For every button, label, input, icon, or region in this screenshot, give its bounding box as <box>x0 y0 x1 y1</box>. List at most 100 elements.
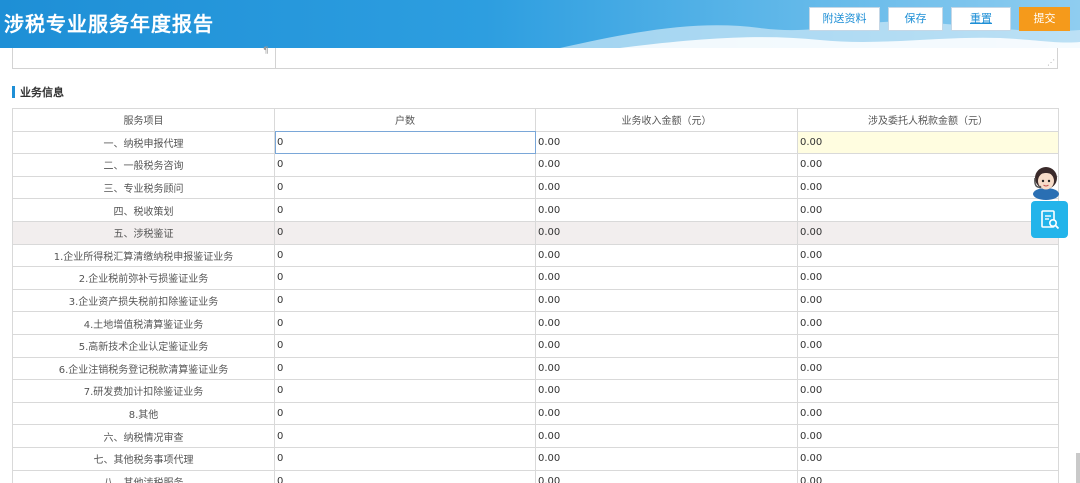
tax-amount-input-cell[interactable]: 0.00 <box>797 175 1059 200</box>
income-amount-input-cell[interactable]: 0.00 <box>535 379 798 403</box>
tax-amount-input[interactable]: 0.00 <box>800 408 822 419</box>
income-amount-input[interactable]: 0.00 <box>538 272 560 283</box>
reset-button[interactable]: 重置 <box>951 7 1011 31</box>
count-input-cell[interactable]: 0 <box>274 356 536 381</box>
count-input[interactable]: 0 <box>277 137 283 148</box>
count-input-cell[interactable]: 0 <box>274 130 536 155</box>
count-input[interactable]: 0 <box>277 431 283 442</box>
count-input-cell[interactable]: 0 <box>274 333 536 358</box>
income-amount-input[interactable]: 0.00 <box>538 476 560 483</box>
tax-amount-input-cell[interactable]: 0.00 <box>797 469 1059 483</box>
attach-documents-button[interactable]: 附送资料 <box>809 7 880 31</box>
count-input-cell[interactable]: 0 <box>274 469 536 483</box>
tax-amount-input[interactable]: 0.00 <box>800 250 822 261</box>
income-amount-input-cell[interactable]: 0.00 <box>535 153 798 177</box>
count-input[interactable]: 0 <box>277 476 283 483</box>
tax-amount-input[interactable]: 0.00 <box>800 318 822 329</box>
tax-amount-input-cell[interactable]: 0.00 <box>797 243 1059 268</box>
income-amount-input[interactable]: 0.00 <box>538 205 560 216</box>
count-input-cell[interactable]: 0 <box>274 288 536 313</box>
income-amount-input-cell[interactable]: 0.00 <box>535 356 798 381</box>
income-amount-input-cell[interactable]: 0.00 <box>535 175 798 200</box>
tax-amount-input-cell[interactable]: 0.00 <box>797 356 1059 381</box>
count-input[interactable]: 0 <box>277 205 283 216</box>
save-button[interactable]: 保存 <box>888 7 943 31</box>
tax-amount-input-cell[interactable]: 0.00 <box>797 198 1059 222</box>
tax-amount-input-cell[interactable]: 0.00 <box>797 266 1059 290</box>
submit-button[interactable]: 提交 <box>1019 7 1070 31</box>
income-amount-input-cell[interactable]: 0.00 <box>535 311 798 335</box>
income-amount-input-cell[interactable]: 0.00 <box>535 243 798 268</box>
tax-amount-input-cell[interactable]: 0.00 <box>797 333 1059 358</box>
count-input[interactable]: 0 <box>277 272 283 283</box>
count-input-cell[interactable]: 0 <box>274 175 536 200</box>
count-input[interactable]: 0 <box>277 182 283 193</box>
count-input-cell[interactable]: 0 <box>274 401 536 426</box>
income-amount-input[interactable]: 0.00 <box>538 318 560 329</box>
tax-amount-input[interactable]: 0.00 <box>800 431 822 442</box>
count-input-cell[interactable]: 0 <box>274 424 536 448</box>
count-input-cell[interactable]: 0 <box>274 153 536 177</box>
income-amount-input[interactable]: 0.00 <box>538 363 560 374</box>
customer-service-avatar-icon[interactable] <box>1026 160 1066 200</box>
side-edge-tab[interactable] <box>1076 453 1080 483</box>
tax-amount-input[interactable]: 0.00 <box>800 182 822 193</box>
tax-amount-input[interactable]: 0.00 <box>800 363 822 374</box>
count-input-cell[interactable]: 0 <box>274 198 536 222</box>
income-amount-input-cell[interactable]: 0.00 <box>535 198 798 222</box>
count-input-cell[interactable]: 0 <box>274 266 536 290</box>
income-amount-input[interactable]: 0.00 <box>538 137 560 148</box>
tax-amount-input[interactable]: 0.00 <box>800 453 822 464</box>
count-input-cell[interactable]: 0 <box>274 446 536 471</box>
tax-amount-input-cell[interactable]: 0.00 <box>797 424 1059 448</box>
table-row: 1.企业所得税汇算清缴纳税申报鉴证业务 0 0.00 0.00 <box>12 243 1059 268</box>
service-item-label: 二、一般税务咨询 <box>12 153 275 177</box>
income-amount-input-cell[interactable]: 0.00 <box>535 401 798 426</box>
income-amount-input[interactable]: 0.00 <box>538 385 560 396</box>
income-amount-input[interactable]: 0.00 <box>538 340 560 351</box>
income-amount-input-cell[interactable]: 0.00 <box>535 288 798 313</box>
tax-amount-input-cell[interactable]: 0.00 <box>797 153 1059 177</box>
tax-amount-input[interactable]: 0.00 <box>800 476 822 483</box>
income-amount-input-cell[interactable]: 0.00 <box>535 130 798 155</box>
tax-amount-input[interactable]: 0.00 <box>800 385 822 396</box>
income-amount-input[interactable]: 0.00 <box>538 408 560 419</box>
income-amount-input[interactable]: 0.00 <box>538 182 560 193</box>
count-input[interactable]: 0 <box>277 295 283 306</box>
tax-amount-input-cell[interactable]: 0.00 <box>797 401 1059 426</box>
tax-amount-input[interactable]: 0.00 <box>800 205 822 216</box>
tax-amount-input-cell[interactable]: 0.00 <box>797 130 1059 155</box>
income-amount-input[interactable]: 0.00 <box>538 250 560 261</box>
income-amount-input[interactable]: 0.00 <box>538 431 560 442</box>
document-search-icon[interactable] <box>1031 201 1068 238</box>
income-amount-input-cell[interactable]: 0.00 <box>535 424 798 448</box>
tax-amount-input-cell[interactable]: 0.00 <box>797 446 1059 471</box>
count-input[interactable]: 0 <box>277 385 283 396</box>
count-input-cell[interactable]: 0 <box>274 311 536 335</box>
count-input[interactable]: 0 <box>277 340 283 351</box>
income-amount-input-cell[interactable]: 0.00 <box>535 333 798 358</box>
count-input[interactable]: 0 <box>277 159 283 170</box>
count-input[interactable]: 0 <box>277 250 283 261</box>
tax-amount-input[interactable]: 0.00 <box>800 272 822 283</box>
income-amount-input-cell[interactable]: 0.00 <box>535 266 798 290</box>
tax-amount-input-cell[interactable]: 0.00 <box>797 288 1059 313</box>
count-input[interactable]: 0 <box>277 318 283 329</box>
income-amount-input[interactable]: 0.00 <box>538 453 560 464</box>
tax-amount-input[interactable]: 0.00 <box>800 137 822 148</box>
income-amount-input[interactable]: 0.00 <box>538 295 560 306</box>
tax-amount-input[interactable]: 0.00 <box>800 159 822 170</box>
count-input[interactable]: 0 <box>277 453 283 464</box>
tax-amount-input[interactable]: 0.00 <box>800 340 822 351</box>
tax-amount-input-cell[interactable]: 0.00 <box>797 311 1059 335</box>
count-input-cell[interactable]: 0 <box>274 243 536 268</box>
income-amount-input-cell[interactable]: 0.00 <box>535 446 798 471</box>
tax-amount-input[interactable]: 0.00 <box>800 295 822 306</box>
count-input-cell[interactable]: 0 <box>274 379 536 403</box>
tax-amount-input-cell[interactable]: 0.00 <box>797 379 1059 403</box>
income-amount-input-cell[interactable]: 0.00 <box>535 469 798 483</box>
count-input[interactable]: 0 <box>277 408 283 419</box>
income-amount-input[interactable]: 0.00 <box>538 159 560 170</box>
count-input[interactable]: 0 <box>277 363 283 374</box>
textarea-resize-grip-icon[interactable]: ⋰ <box>1047 58 1055 67</box>
